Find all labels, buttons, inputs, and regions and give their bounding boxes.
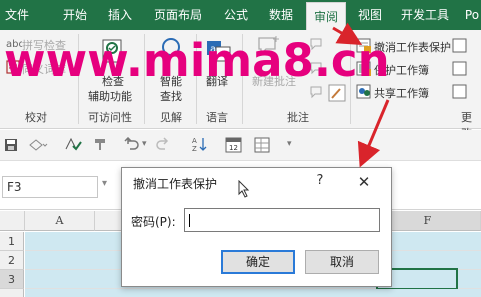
table-grid-icon[interactable] xyxy=(254,137,270,153)
track-changes-icon xyxy=(452,61,467,76)
group-label-comments: 批注 xyxy=(287,111,309,124)
sort-ascending-icon[interactable]: AZ xyxy=(192,136,208,152)
allow-edit-ranges-icon xyxy=(452,38,467,53)
dialog-help-button[interactable]: ? xyxy=(312,173,328,191)
check-accessibility-label-2[interactable]: 辅助功能 xyxy=(88,88,132,104)
watermark: www.mima8.cn xyxy=(4,34,390,87)
smart-lookup-label-2[interactable]: 查找 xyxy=(160,88,182,104)
ok-button[interactable]: 确定 xyxy=(221,250,295,274)
tab-insert[interactable]: 插入 xyxy=(101,0,139,30)
protect-share-icon xyxy=(452,84,467,99)
group-label-language: 语言 xyxy=(206,111,228,124)
tab-power[interactable]: Po xyxy=(462,0,481,30)
share-workbook-button[interactable]: 共享工作簿 xyxy=(374,85,429,101)
password-input[interactable] xyxy=(184,208,380,232)
text-caret xyxy=(189,214,190,227)
spelling-qat-icon[interactable] xyxy=(64,136,82,152)
dialog-close-button[interactable]: ✕ xyxy=(354,173,374,191)
select-all-corner[interactable] xyxy=(0,211,25,231)
cancel-button[interactable]: 取消 xyxy=(305,250,379,274)
customize-qat-arrow[interactable]: ▾ xyxy=(287,139,292,149)
tab-developer[interactable]: 开发工具 xyxy=(394,0,456,30)
quick-access-toolbar: ▾ AZ 12 ▾ xyxy=(0,130,481,161)
dialog-title: 撤消工作表保护 xyxy=(133,177,218,191)
tab-view[interactable]: 视图 xyxy=(352,0,388,30)
row-header-3[interactable]: 3 xyxy=(0,270,24,289)
group-label-insights: 见解 xyxy=(160,111,182,124)
ribbon-tab-bar: 文件 开始 插入 页面布局 公式 数据 审阅 视图 开发工具 Po xyxy=(0,0,481,30)
tab-home[interactable]: 开始 xyxy=(56,0,94,30)
redo-icon[interactable] xyxy=(155,137,171,151)
unprotect-sheet-dialog: 撤消工作表保护 ? ✕ 密码(P): 确定 取消 xyxy=(121,167,392,287)
column-header-a[interactable]: A xyxy=(25,211,95,231)
tab-data[interactable]: 数据 xyxy=(261,0,301,30)
group-label-proofing: 校对 xyxy=(25,111,47,124)
row-header-4[interactable] xyxy=(0,289,24,297)
table-row[interactable] xyxy=(25,289,481,297)
tab-review[interactable]: 审阅 xyxy=(306,2,346,30)
tab-file[interactable]: 文件 xyxy=(0,0,34,30)
calendar-icon[interactable]: 12 xyxy=(225,136,243,154)
svg-text:Z: Z xyxy=(192,145,197,152)
row-header-2[interactable]: 2 xyxy=(0,251,24,270)
password-label: 密码(P): xyxy=(131,215,176,229)
group-label-accessibility: 可访问性 xyxy=(88,111,132,124)
touch-mode-icon[interactable] xyxy=(28,138,48,152)
save-icon[interactable] xyxy=(4,138,18,152)
svg-text:12: 12 xyxy=(229,144,238,152)
row-header-1[interactable]: 1 xyxy=(0,232,24,251)
name-box-dropdown-icon[interactable]: ▾ xyxy=(102,178,107,189)
undo-icon[interactable] xyxy=(124,137,140,151)
tab-formulas[interactable]: 公式 xyxy=(217,0,255,30)
undo-dropdown-arrow[interactable]: ▾ xyxy=(142,139,147,149)
tab-page-layout[interactable]: 页面布局 xyxy=(146,0,210,30)
mouse-pointer-icon xyxy=(238,180,250,198)
name-box[interactable]: F3 xyxy=(2,176,98,198)
svg-text:A: A xyxy=(192,137,197,145)
format-painter-icon[interactable] xyxy=(93,137,107,151)
